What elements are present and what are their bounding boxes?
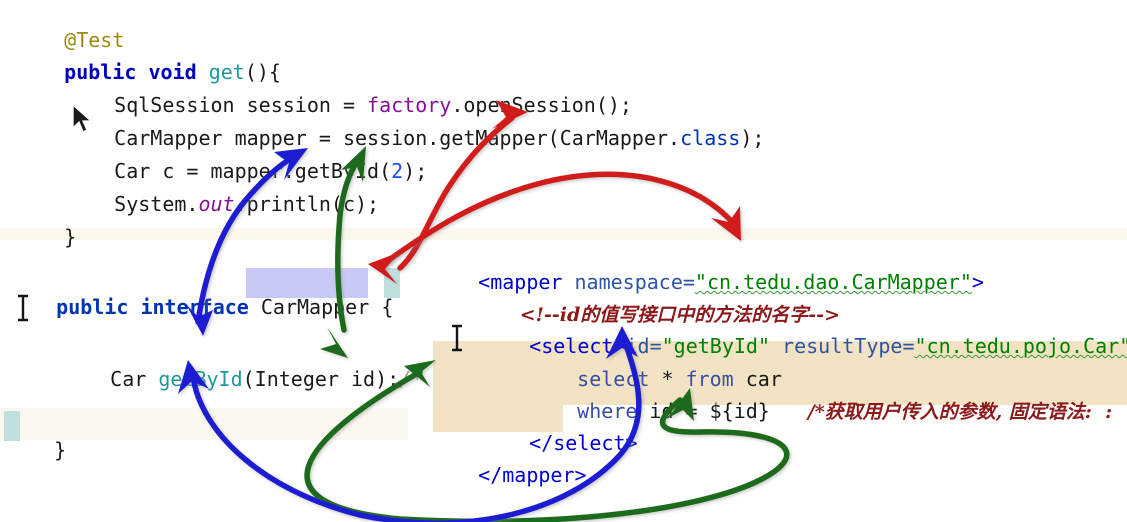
keyword-class: class bbox=[680, 126, 741, 150]
attr-resulttype: resultType= bbox=[782, 334, 915, 358]
trailing-comment-start: /* bbox=[399, 367, 424, 391]
code-line-interface-method[interactable]: Car getById(Integer id);/* bbox=[62, 343, 423, 415]
closing-brace-method: } bbox=[64, 225, 77, 249]
closing-brace-interface: } bbox=[54, 438, 67, 462]
method-name-getbyid: getById bbox=[158, 367, 243, 391]
println-call: .println(c); bbox=[234, 192, 380, 216]
code-line-interface-declaration[interactable]: public interface CarMapper { bbox=[8, 271, 393, 343]
field-out: out bbox=[198, 192, 235, 216]
mouse-arrow-cursor bbox=[72, 104, 93, 133]
system-prefix: System. bbox=[114, 192, 199, 216]
screenshot-root: @Test public void get(){ SqlSession sess… bbox=[0, 0, 1127, 522]
interface-name-carmapper: CarMapper bbox=[260, 295, 370, 319]
getmapper-close: ); bbox=[740, 126, 765, 150]
literal-2: 2 bbox=[391, 159, 404, 183]
return-type-car: Car bbox=[110, 367, 147, 391]
tag-mapper-gt: > bbox=[971, 270, 984, 294]
text-ibeam-cursor-middle bbox=[452, 324, 462, 352]
xml-line-sql-where-comment: /*获取用户传入的参数, 固定语法: : bbox=[762, 375, 1112, 446]
tag-mapper-close: </mapper> bbox=[478, 463, 587, 487]
code-line-interface-close[interactable]: } bbox=[6, 414, 66, 486]
code-line-method-close[interactable]: } bbox=[16, 201, 76, 273]
text-ibeam-cursor-left bbox=[18, 294, 28, 322]
keyword-public-iface: public bbox=[56, 295, 129, 319]
interface-open-brace: { bbox=[381, 295, 394, 319]
getbyid-close: ); bbox=[403, 159, 428, 183]
xml-line-mapper-close[interactable]: </mapper> bbox=[430, 439, 587, 511]
sql-chinese-comment: /*获取用户传入的参数, 固定语法: : bbox=[807, 401, 1113, 423]
sql-where-expr: id = ${id} bbox=[637, 399, 770, 423]
method-params: (Integer id); bbox=[242, 367, 400, 391]
keyword-interface: interface bbox=[140, 295, 249, 319]
code-line-println[interactable]: System.out.println(c); bbox=[66, 168, 379, 240]
attrval-resulttype: "cn.tedu.pojo.Car" bbox=[914, 334, 1127, 358]
